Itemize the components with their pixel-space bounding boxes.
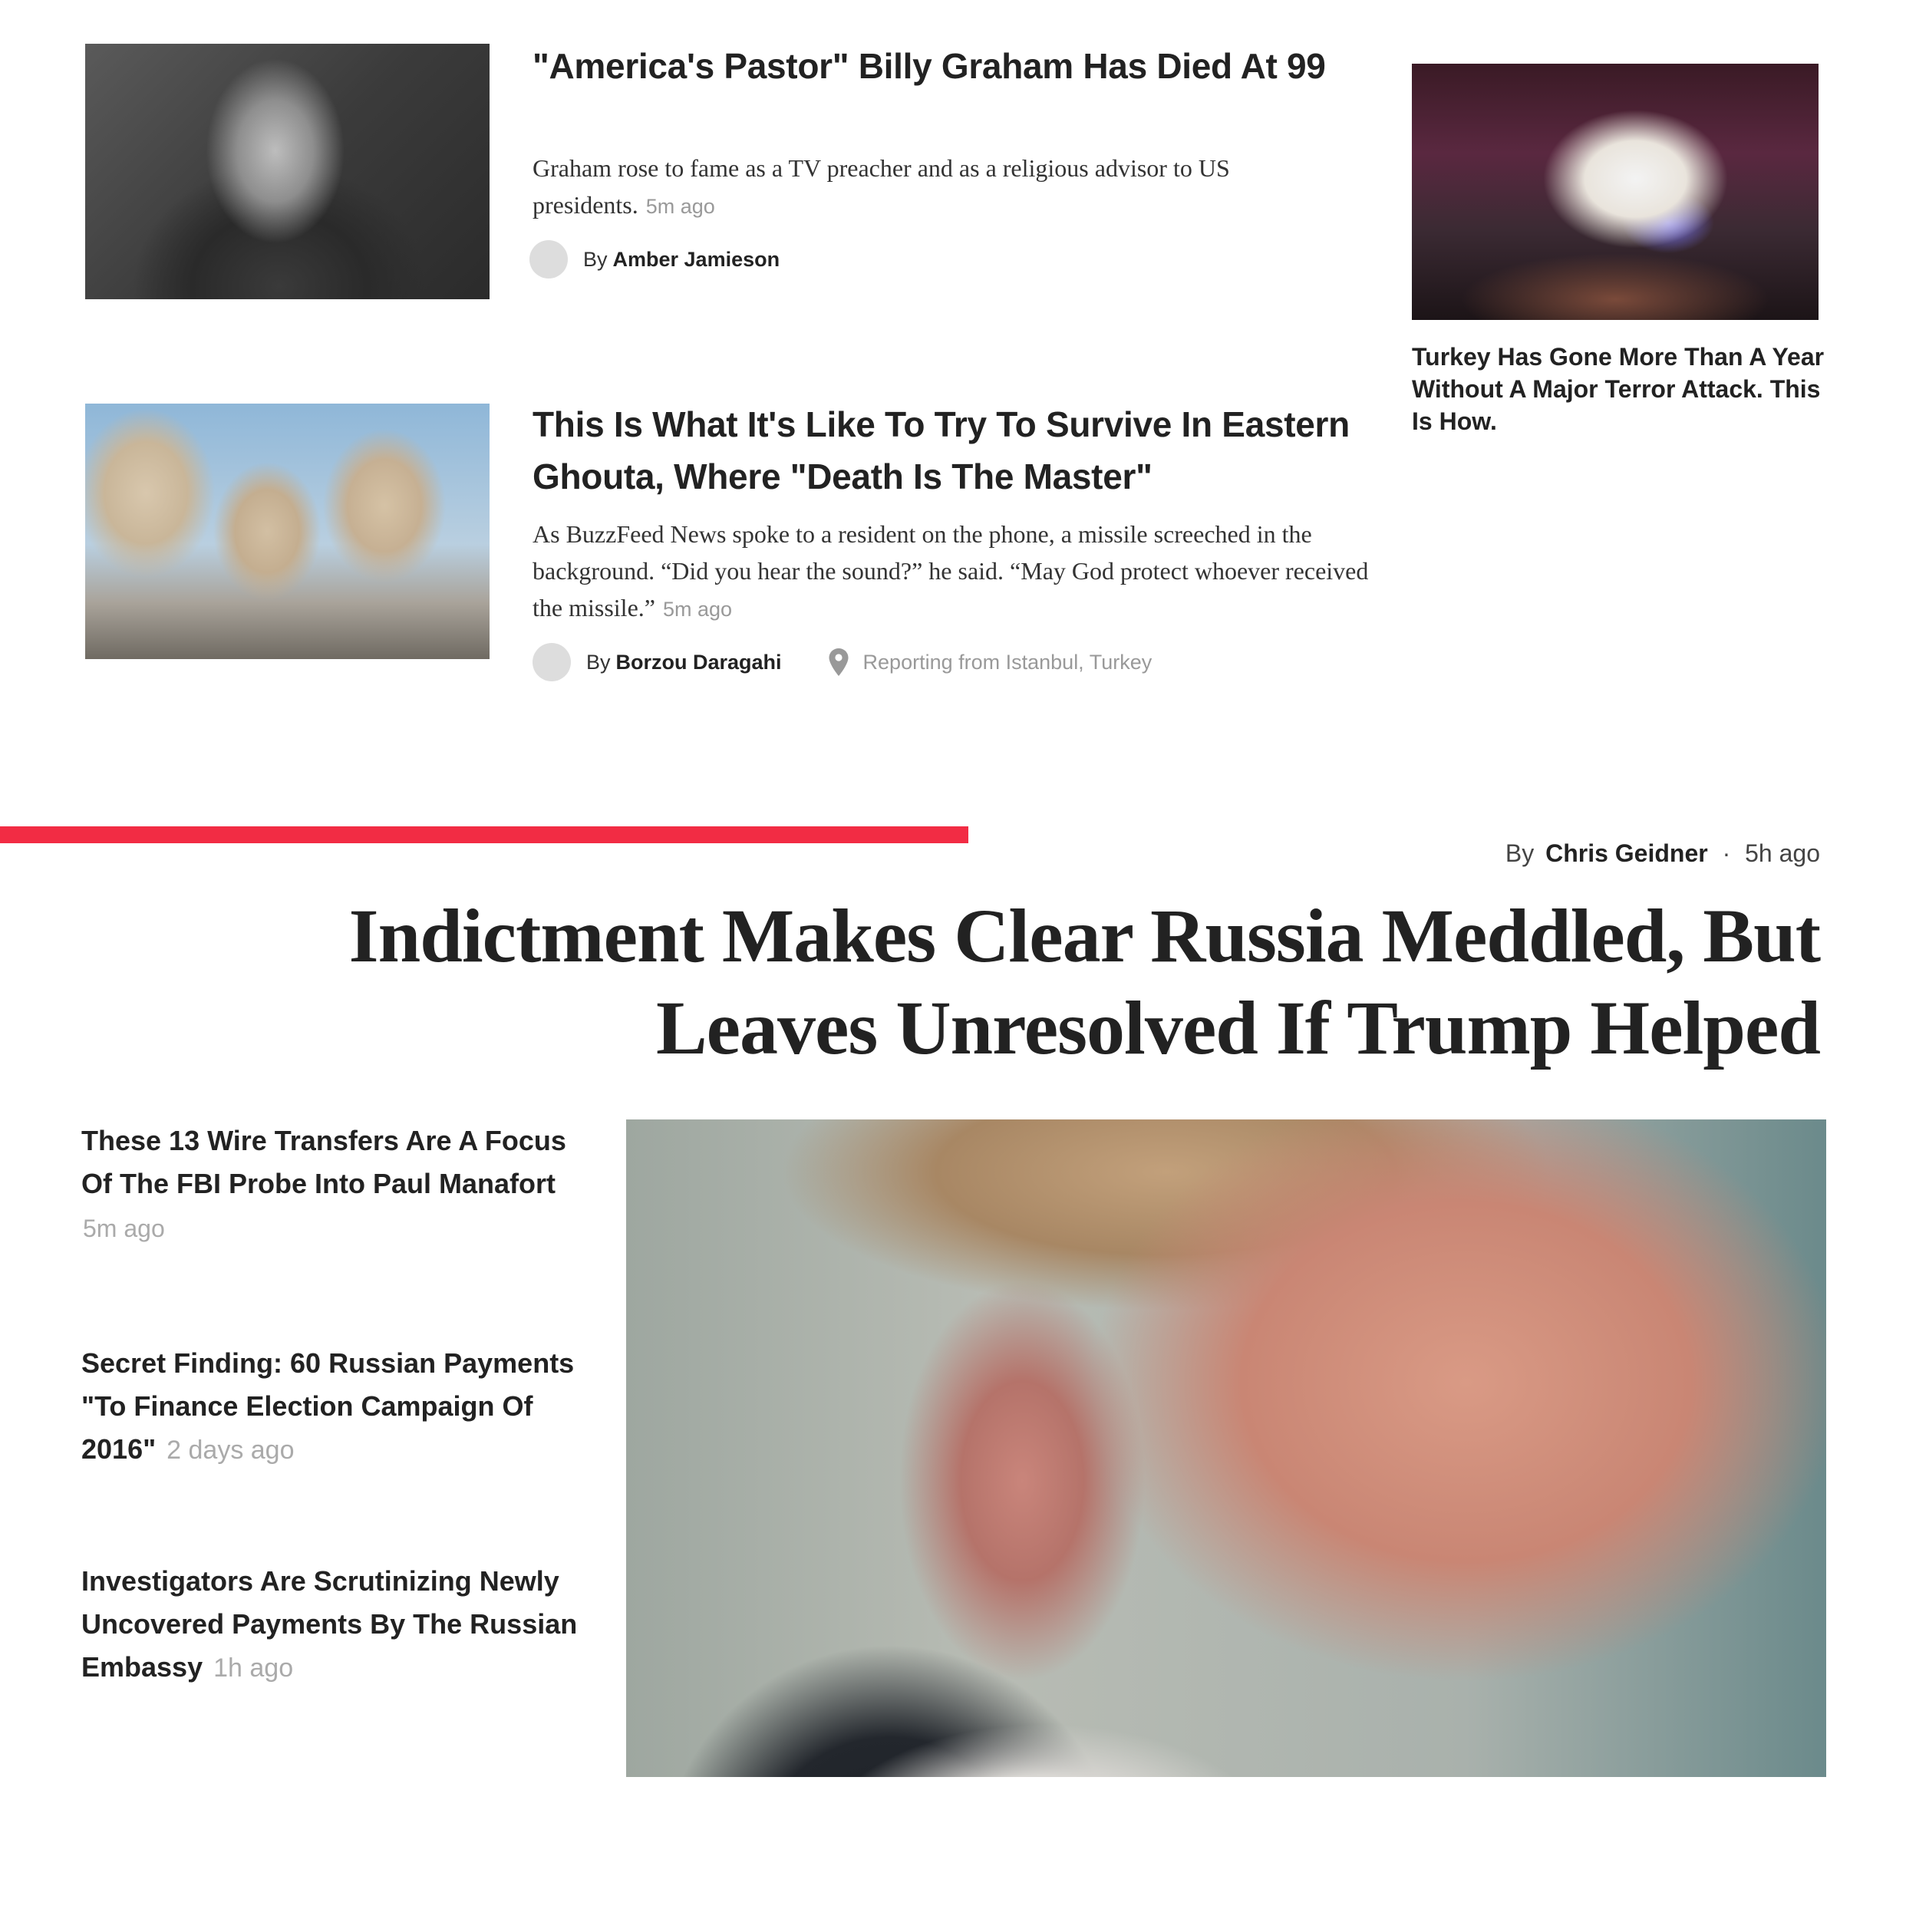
story-headline[interactable]: "America's Pastor" Billy Graham Has Died…	[533, 40, 1361, 92]
section-accent-bar	[0, 826, 968, 843]
feature-image[interactable]	[626, 1119, 1826, 1777]
author-name[interactable]: Borzou Daragahi	[616, 651, 782, 674]
story-thumbnail-billy-graham[interactable]	[85, 44, 490, 299]
feature-headline[interactable]: Indictment Makes Clear Russia Meddled, B…	[209, 890, 1821, 1074]
author-name[interactable]: Chris Geidner	[1545, 839, 1708, 867]
related-timestamp: 5m ago	[83, 1215, 165, 1242]
related-headline[interactable]: These 13 Wire Transfers Are A Focus Of T…	[81, 1119, 588, 1205]
author-avatar[interactable]	[529, 240, 568, 279]
feature-timestamp: 5h ago	[1745, 839, 1820, 867]
story-description-text: As BuzzFeed News spoke to a resident on …	[533, 520, 1369, 621]
story-byline: By Borzou Daragahi Reporting from Istanb…	[533, 643, 1152, 681]
story-headline[interactable]: This Is What It's Like To Try To Survive…	[533, 398, 1361, 503]
byline-prefix: By	[1505, 839, 1535, 867]
feature-byline: By Chris Geidner · 5h ago	[1505, 839, 1820, 868]
related-headline[interactable]: Investigators Are Scrutinizing Newly Unc…	[81, 1565, 577, 1683]
related-headline[interactable]: Secret Finding: 60 Russian Payments "To …	[81, 1347, 574, 1465]
story-byline: By Amber Jamieson	[529, 240, 780, 279]
related-timestamp: 2 days ago	[167, 1436, 295, 1465]
story-description: Graham rose to fame as a TV preacher and…	[533, 150, 1361, 225]
byline-prefix: By	[583, 247, 608, 271]
related-timestamp: 1h ago	[213, 1653, 294, 1683]
story-location: Reporting from Istanbul, Turkey	[828, 648, 1153, 677]
author-avatar[interactable]	[533, 643, 571, 681]
byline-separator: ·	[1722, 839, 1731, 867]
story-description: As BuzzFeed News spoke to a resident on …	[533, 516, 1369, 628]
related-story: Investigators Are Scrutinizing Newly Unc…	[81, 1560, 588, 1690]
related-story: Secret Finding: 60 Russian Payments "To …	[81, 1342, 588, 1472]
byline-prefix: By	[586, 650, 611, 674]
sidebar-headline[interactable]: Turkey Has Gone More Than A Year Without…	[1412, 341, 1842, 437]
location-pin-icon	[829, 648, 849, 676]
story-timestamp: 5m ago	[662, 598, 733, 621]
author-name[interactable]: Amber Jamieson	[613, 248, 780, 272]
story-description-text: Graham rose to fame as a TV preacher and…	[533, 154, 1230, 219]
location-text: Reporting from Istanbul, Turkey	[862, 650, 1153, 674]
story-thumbnail-eastern-ghouta[interactable]	[85, 404, 490, 659]
story-timestamp: 5m ago	[645, 195, 715, 218]
sidebar-thumbnail-turkey[interactable]	[1412, 64, 1819, 320]
